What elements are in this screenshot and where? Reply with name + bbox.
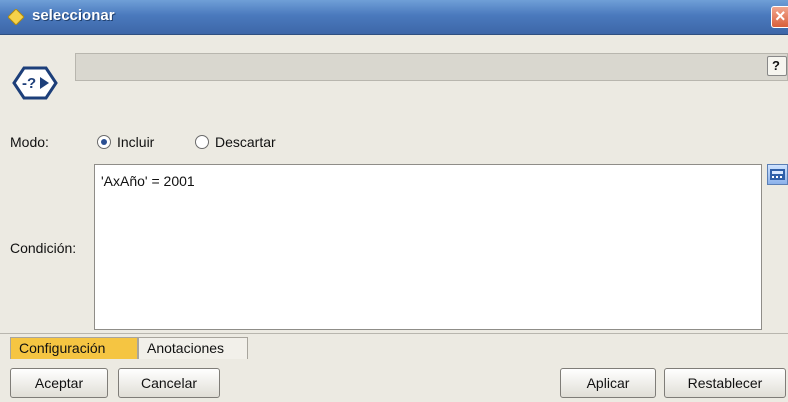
condicion-label: Condición: xyxy=(10,240,77,256)
help-button[interactable]: ? xyxy=(767,56,787,76)
tab-configuracion[interactable]: Configuración xyxy=(10,337,138,359)
svg-text:-?: -? xyxy=(22,75,36,92)
radio-descartar-label: Descartar xyxy=(215,134,276,150)
close-button[interactable]: × xyxy=(771,6,788,28)
diamond-icon xyxy=(8,9,24,25)
radio-incluir[interactable]: Incluir xyxy=(97,134,154,150)
window-title: seleccionar xyxy=(32,7,115,24)
modo-label: Modo: xyxy=(10,134,49,150)
condicion-editor[interactable]: 'AxAño' = 2001 xyxy=(94,164,762,330)
condicion-text: 'AxAño' = 2001 xyxy=(101,173,195,189)
expression-builder-button[interactable] xyxy=(767,164,788,185)
close-icon: × xyxy=(775,6,786,26)
restablecer-button[interactable]: Restablecer xyxy=(664,368,786,398)
radio-incluir-label: Incluir xyxy=(117,134,155,150)
cancelar-button[interactable]: Cancelar xyxy=(118,368,220,398)
tab-anotaciones[interactable]: Anotaciones xyxy=(138,337,248,359)
radio-selected-icon xyxy=(97,135,111,149)
radio-unselected-icon xyxy=(195,135,209,149)
calculator-icon xyxy=(770,169,785,180)
radio-descartar[interactable]: Descartar xyxy=(195,134,276,150)
title-bar: seleccionar × xyxy=(0,0,788,35)
help-icon: ? xyxy=(772,58,780,73)
aceptar-button[interactable]: Aceptar xyxy=(10,368,108,398)
aplicar-button[interactable]: Aplicar xyxy=(560,368,656,398)
header-bar xyxy=(75,53,788,81)
select-node-icon: -? xyxy=(12,66,58,100)
